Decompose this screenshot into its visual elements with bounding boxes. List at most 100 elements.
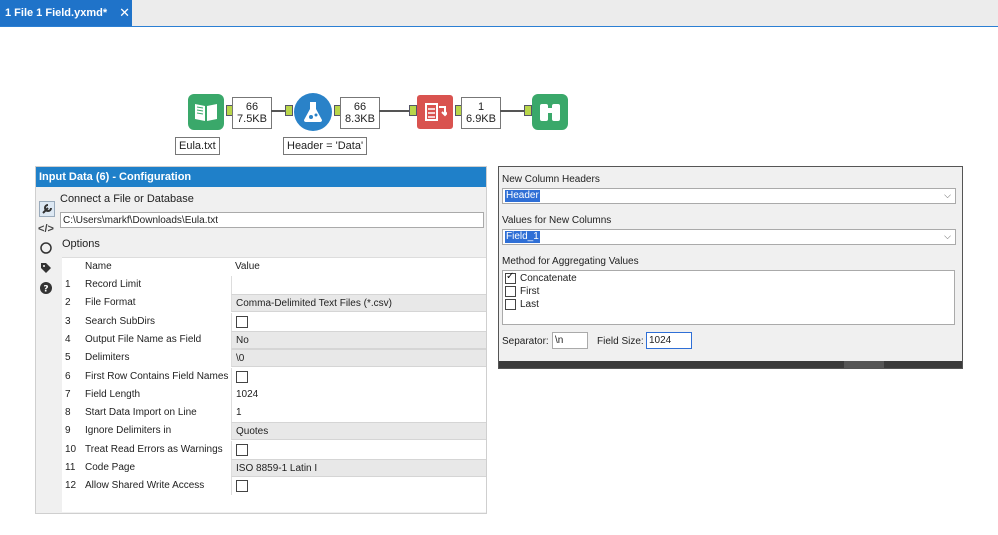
- navigate-icon[interactable]: [39, 241, 53, 255]
- annotation-formula: Header = 'Data': [283, 137, 368, 155]
- grid-header: Name Value: [62, 258, 486, 276]
- options-label: Options: [62, 238, 100, 250]
- row-number: 3: [65, 315, 71, 327]
- config-content: Connect a File or Database C:\Users\mark…: [56, 187, 486, 513]
- table-row[interactable]: 6 First Row Contains Field Names: [62, 367, 486, 386]
- option-value[interactable]: [231, 440, 486, 459]
- flask-icon: [304, 102, 322, 122]
- table-row[interactable]: 7 Field Length 1024: [62, 385, 486, 404]
- crosstab-config: New Column Headers Header ⌵ Values for N…: [498, 166, 963, 369]
- chevron-down-icon[interactable]: ⌵: [944, 231, 951, 242]
- checkbox[interactable]: [236, 480, 248, 493]
- browse-tool[interactable]: [532, 94, 568, 130]
- table-row[interactable]: 4 Output File Name as Field No: [62, 330, 486, 349]
- table-row[interactable]: 5 Delimiters \0: [62, 349, 486, 368]
- option-name: Code Page: [85, 462, 136, 473]
- checkbox[interactable]: [236, 315, 248, 328]
- workflow-canvas[interactable]: 66 7.5KB 66 8.3KB 1 6.9KB Eula.txt Heade…: [0, 27, 998, 162]
- file-path-input[interactable]: C:\Users\markf\Downloads\Eula.txt: [60, 212, 484, 228]
- separator-input[interactable]: \n: [552, 332, 588, 349]
- separator-label: Separator:: [502, 336, 549, 347]
- crosstab-tool[interactable]: [417, 95, 453, 129]
- table-row[interactable]: 2 File Format Comma-Delimited Text Files (…: [62, 294, 486, 313]
- input-data-tool[interactable]: [188, 94, 224, 130]
- option-value[interactable]: [231, 367, 486, 386]
- panel-title: Input Data (6) - Configuration: [36, 167, 486, 187]
- tab-title: 1 File 1 Field.yxmd*: [5, 7, 108, 19]
- code-icon[interactable]: </>: [38, 222, 54, 236]
- option-value[interactable]: [231, 312, 486, 331]
- row-number: 4: [65, 333, 71, 345]
- method-first[interactable]: First: [505, 286, 539, 297]
- method-label-text: Concatenate: [520, 273, 577, 284]
- option-value[interactable]: 1024: [231, 385, 486, 404]
- option-name: Start Data Import on Line: [85, 407, 197, 419]
- table-row[interactable]: 9 Ignore Delimiters in Quotes: [62, 422, 486, 441]
- option-value[interactable]: ISO 8859-1 Latin I: [231, 459, 486, 477]
- option-name: Search SubDirs: [85, 315, 156, 327]
- method-concatenate[interactable]: Concatenate: [505, 271, 577, 284]
- fieldsize-input[interactable]: 1024: [646, 332, 692, 349]
- table-row[interactable]: 3 Search SubDirs: [62, 312, 486, 331]
- checkbox[interactable]: [505, 286, 516, 297]
- checkbox[interactable]: [236, 443, 248, 456]
- option-value[interactable]: Comma-Delimited Text Files (*.csv): [231, 294, 486, 313]
- table-row[interactable]: 8 Start Data Import on Line 1: [62, 404, 486, 423]
- option-value-text: 1024: [236, 388, 259, 400]
- fieldsize-label: Field Size:: [597, 336, 644, 347]
- option-name: Field Length: [85, 388, 141, 400]
- option-name: Output File Name as Field: [85, 333, 202, 345]
- option-value[interactable]: [231, 477, 486, 496]
- option-value[interactable]: [231, 276, 486, 294]
- option-value[interactable]: No: [231, 330, 486, 349]
- scrollbar-thumb[interactable]: [844, 361, 884, 368]
- table-row[interactable]: 10 Treat Read Errors as Warnings: [62, 440, 486, 459]
- input-anchor[interactable]: [285, 105, 293, 116]
- input-anchor[interactable]: [409, 105, 417, 116]
- formula-tool[interactable]: [294, 93, 332, 131]
- option-value-text: 1: [236, 407, 242, 419]
- help-icon[interactable]: ?: [39, 281, 53, 295]
- method-label-text: First: [520, 286, 540, 297]
- option-value[interactable]: Quotes: [231, 422, 486, 441]
- checkbox[interactable]: [505, 271, 516, 284]
- headers-select[interactable]: Header ⌵: [502, 188, 956, 204]
- tab-workflow[interactable]: 1 File 1 Field.yxmd* ✕: [0, 0, 132, 26]
- table-row[interactable]: 11 Code Page ISO 8859-1 Latin I: [62, 459, 486, 477]
- checkbox[interactable]: [505, 299, 516, 310]
- option-value[interactable]: 1: [231, 404, 486, 423]
- row-number: 8: [65, 407, 71, 419]
- option-value-text: Comma-Delimited Text Files (*.csv): [236, 298, 392, 310]
- table-row[interactable]: 1 Record Limit: [62, 276, 486, 294]
- connection-line: [271, 110, 285, 112]
- wrench-icon[interactable]: [39, 201, 55, 217]
- checkbox[interactable]: [236, 370, 248, 383]
- row-number: 1: [65, 279, 71, 290]
- row-number: 7: [65, 388, 71, 400]
- config-sidebar: </> ?: [36, 187, 56, 513]
- option-name: Allow Shared Write Access: [85, 480, 205, 492]
- connect-label: Connect a File or Database: [60, 193, 194, 205]
- tag-icon[interactable]: [39, 261, 53, 275]
- record-count-1: 66 7.5KB: [232, 97, 272, 129]
- option-value-text: ISO 8859-1 Latin I: [236, 463, 318, 474]
- table-row[interactable]: 12 Allow Shared Write Access: [62, 477, 486, 496]
- crosstab-icon: [425, 103, 447, 121]
- record-count-3: 1 6.9KB: [461, 97, 501, 129]
- scrollbar[interactable]: [499, 361, 962, 368]
- values-select[interactable]: Field_1 ⌵: [502, 229, 956, 245]
- options-grid: Name Value 1 Record Limit 2 File Format Comm…: [62, 257, 486, 512]
- close-icon[interactable]: ✕: [119, 5, 130, 21]
- method-last[interactable]: Last: [505, 299, 539, 310]
- book-icon: [195, 104, 217, 121]
- row-number: 5: [65, 352, 71, 364]
- row-number: 2: [65, 297, 71, 309]
- option-value-text: \0: [236, 353, 245, 365]
- headers-value: Header: [505, 190, 540, 202]
- option-value[interactable]: \0: [231, 349, 486, 368]
- chevron-down-icon[interactable]: ⌵: [944, 190, 951, 201]
- row-number: 10: [65, 443, 77, 455]
- input-anchor[interactable]: [524, 105, 532, 116]
- tab-bar: 1 File 1 Field.yxmd* ✕: [0, 0, 998, 27]
- record-count: 66: [245, 101, 259, 113]
